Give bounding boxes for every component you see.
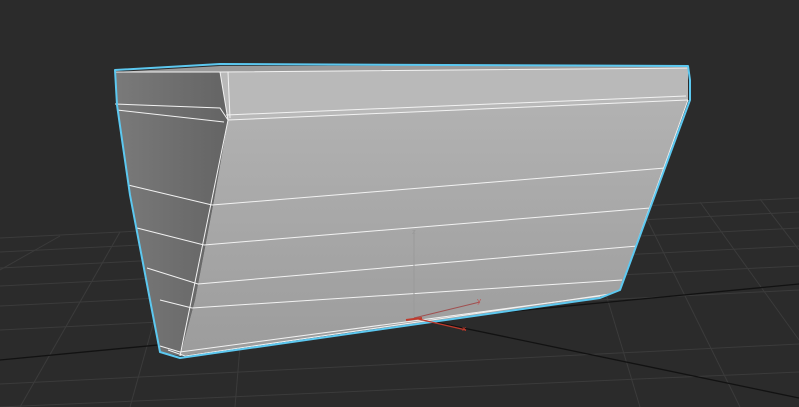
gizmo-x-label: x	[462, 325, 466, 333]
gizmo-y-label: y	[477, 297, 481, 305]
perspective-viewport[interactable]: z x y	[0, 0, 799, 407]
gizmo-z-label: z	[412, 228, 416, 236]
